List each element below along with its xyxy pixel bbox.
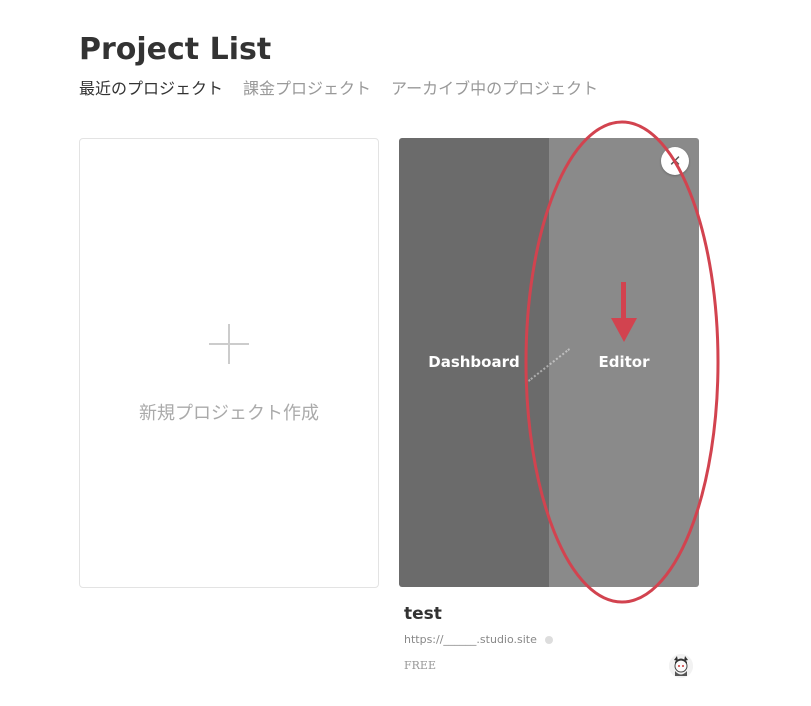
tab-recent-projects[interactable]: 最近のプロジェクト — [79, 78, 223, 100]
annotation-ellipse — [524, 120, 720, 604]
project-name[interactable]: test — [404, 603, 442, 625]
page-title: Project List — [79, 32, 272, 67]
project-tabs: 最近のプロジェクト 課金プロジェクト アーカイブ中のプロジェクト — [79, 78, 618, 100]
project-url[interactable]: https://______.studio.site — [404, 632, 537, 648]
plan-badge: FREE — [404, 659, 436, 672]
avatar[interactable] — [669, 654, 693, 678]
new-project-card[interactable]: 新規プロジェクト作成 — [79, 138, 379, 588]
new-project-label: 新規プロジェクト作成 — [139, 403, 319, 424]
down-arrow-icon — [611, 282, 637, 342]
status-dot — [545, 636, 553, 644]
tab-archived-projects[interactable]: アーカイブ中のプロジェクト — [391, 78, 598, 100]
avatar-icon — [669, 654, 693, 678]
tab-paid-projects[interactable]: 課金プロジェクト — [243, 78, 371, 100]
plus-icon — [209, 324, 249, 364]
